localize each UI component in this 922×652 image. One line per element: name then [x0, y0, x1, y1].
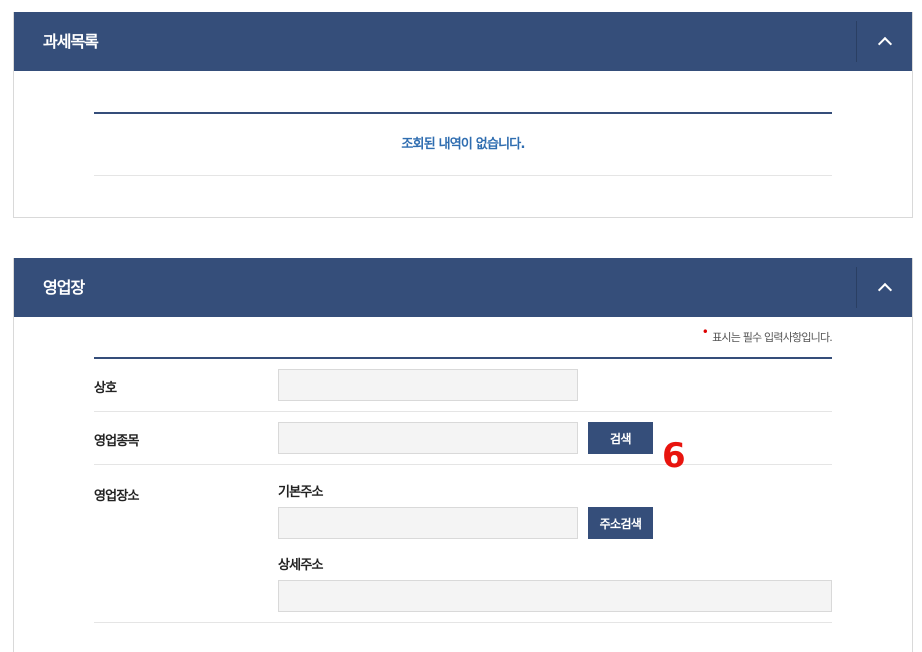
trade-name-label: 상호 [94, 381, 117, 396]
business-place-header: 영업장 [14, 258, 912, 317]
business-place-panel: 영업장 • 표시는 필수 입력사항입니다. 상호 영업종목 검색 영업장소 기본주… [13, 258, 913, 652]
chevron-up-icon [877, 36, 892, 52]
empty-result-message: 조회된 내역이 없습니다. [94, 112, 832, 176]
required-note-text: 표시는 필수 입력사항입니다. [712, 331, 833, 344]
chevron-up-icon [877, 282, 892, 298]
detail-address-input[interactable] [278, 580, 832, 612]
business-place-title: 영업장 [43, 278, 85, 297]
required-mark-icon: • [701, 325, 709, 339]
business-location-row: 영업장소 기본주소 주소검색 상세주소 [94, 465, 832, 623]
trade-name-input[interactable] [278, 369, 578, 401]
trade-name-row: 상호 [94, 359, 832, 412]
business-location-label: 영업장소 [94, 489, 139, 504]
detail-address-label: 상세주소 [278, 558, 323, 573]
business-item-row: 영업종목 검색 [94, 412, 832, 465]
basic-address-input[interactable] [278, 507, 578, 539]
required-note: • 표시는 필수 입력사항입니다. [702, 325, 833, 345]
tax-list-collapse-button[interactable] [856, 21, 912, 62]
business-item-input[interactable] [278, 422, 578, 454]
address-search-button[interactable]: 주소검색 [588, 507, 653, 539]
step-number-annotation: 6 [662, 436, 686, 476]
basic-address-label: 기본주소 [278, 485, 323, 500]
tax-list-header: 과세목록 [14, 12, 912, 71]
business-item-search-button[interactable]: 검색 [588, 422, 653, 454]
tax-list-panel: 과세목록 조회된 내역이 없습니다. [13, 12, 913, 218]
tax-list-title: 과세목록 [43, 32, 99, 51]
business-place-collapse-button[interactable] [856, 267, 912, 308]
business-item-label: 영업종목 [94, 434, 139, 449]
